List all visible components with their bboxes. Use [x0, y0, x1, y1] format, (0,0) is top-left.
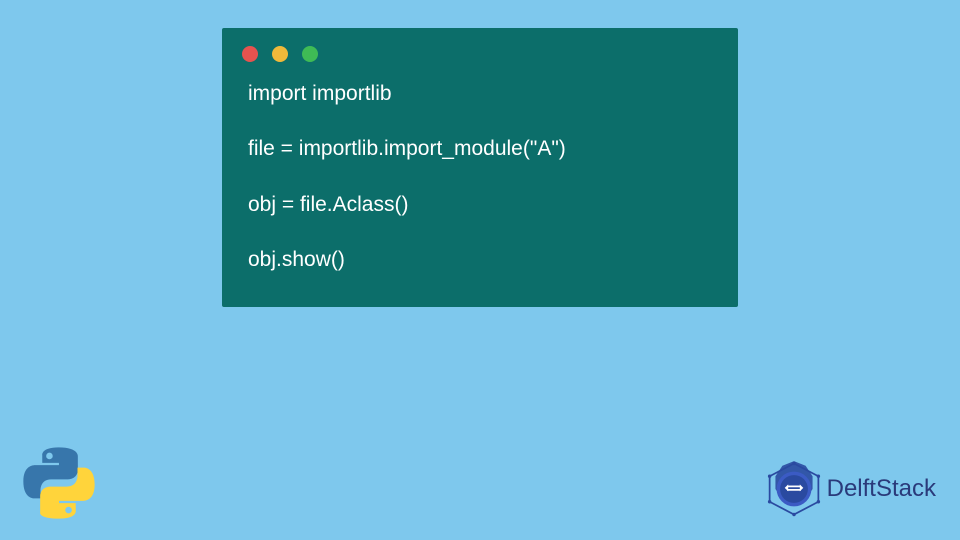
delftstack-badge-icon: [765, 460, 823, 518]
close-icon: [242, 46, 258, 62]
window-titlebar: [222, 28, 738, 70]
python-logo-icon: [22, 446, 96, 520]
code-window: import importlib file = importlib.import…: [222, 28, 738, 307]
code-body: import importlib file = importlib.import…: [222, 70, 738, 283]
code-line: obj.show(): [248, 246, 712, 273]
code-line: import importlib: [248, 80, 712, 107]
minimize-icon: [272, 46, 288, 62]
maximize-icon: [302, 46, 318, 62]
code-line: file = importlib.import_module("A"): [248, 135, 712, 162]
code-blank: [248, 222, 712, 246]
code-blank: [248, 111, 712, 135]
delftstack-logo: DelftStack: [765, 460, 936, 518]
code-line: obj = file.Aclass(): [248, 191, 712, 218]
delftstack-brand-text: DelftStack: [827, 475, 936, 503]
code-blank: [248, 167, 712, 191]
